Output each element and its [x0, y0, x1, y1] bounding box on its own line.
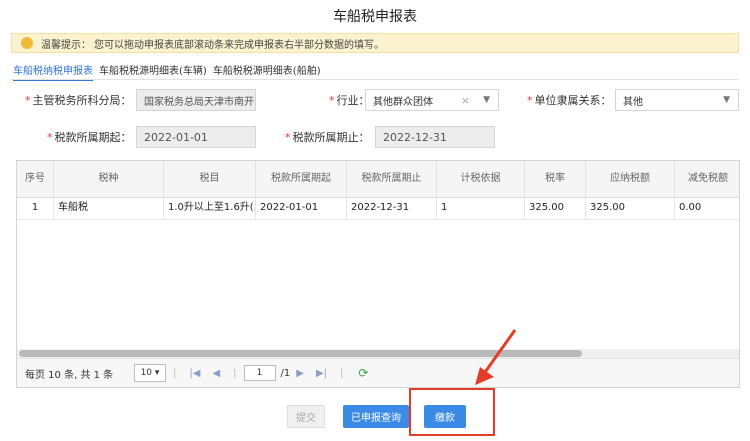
annotation-arrow-icon [475, 329, 517, 385]
